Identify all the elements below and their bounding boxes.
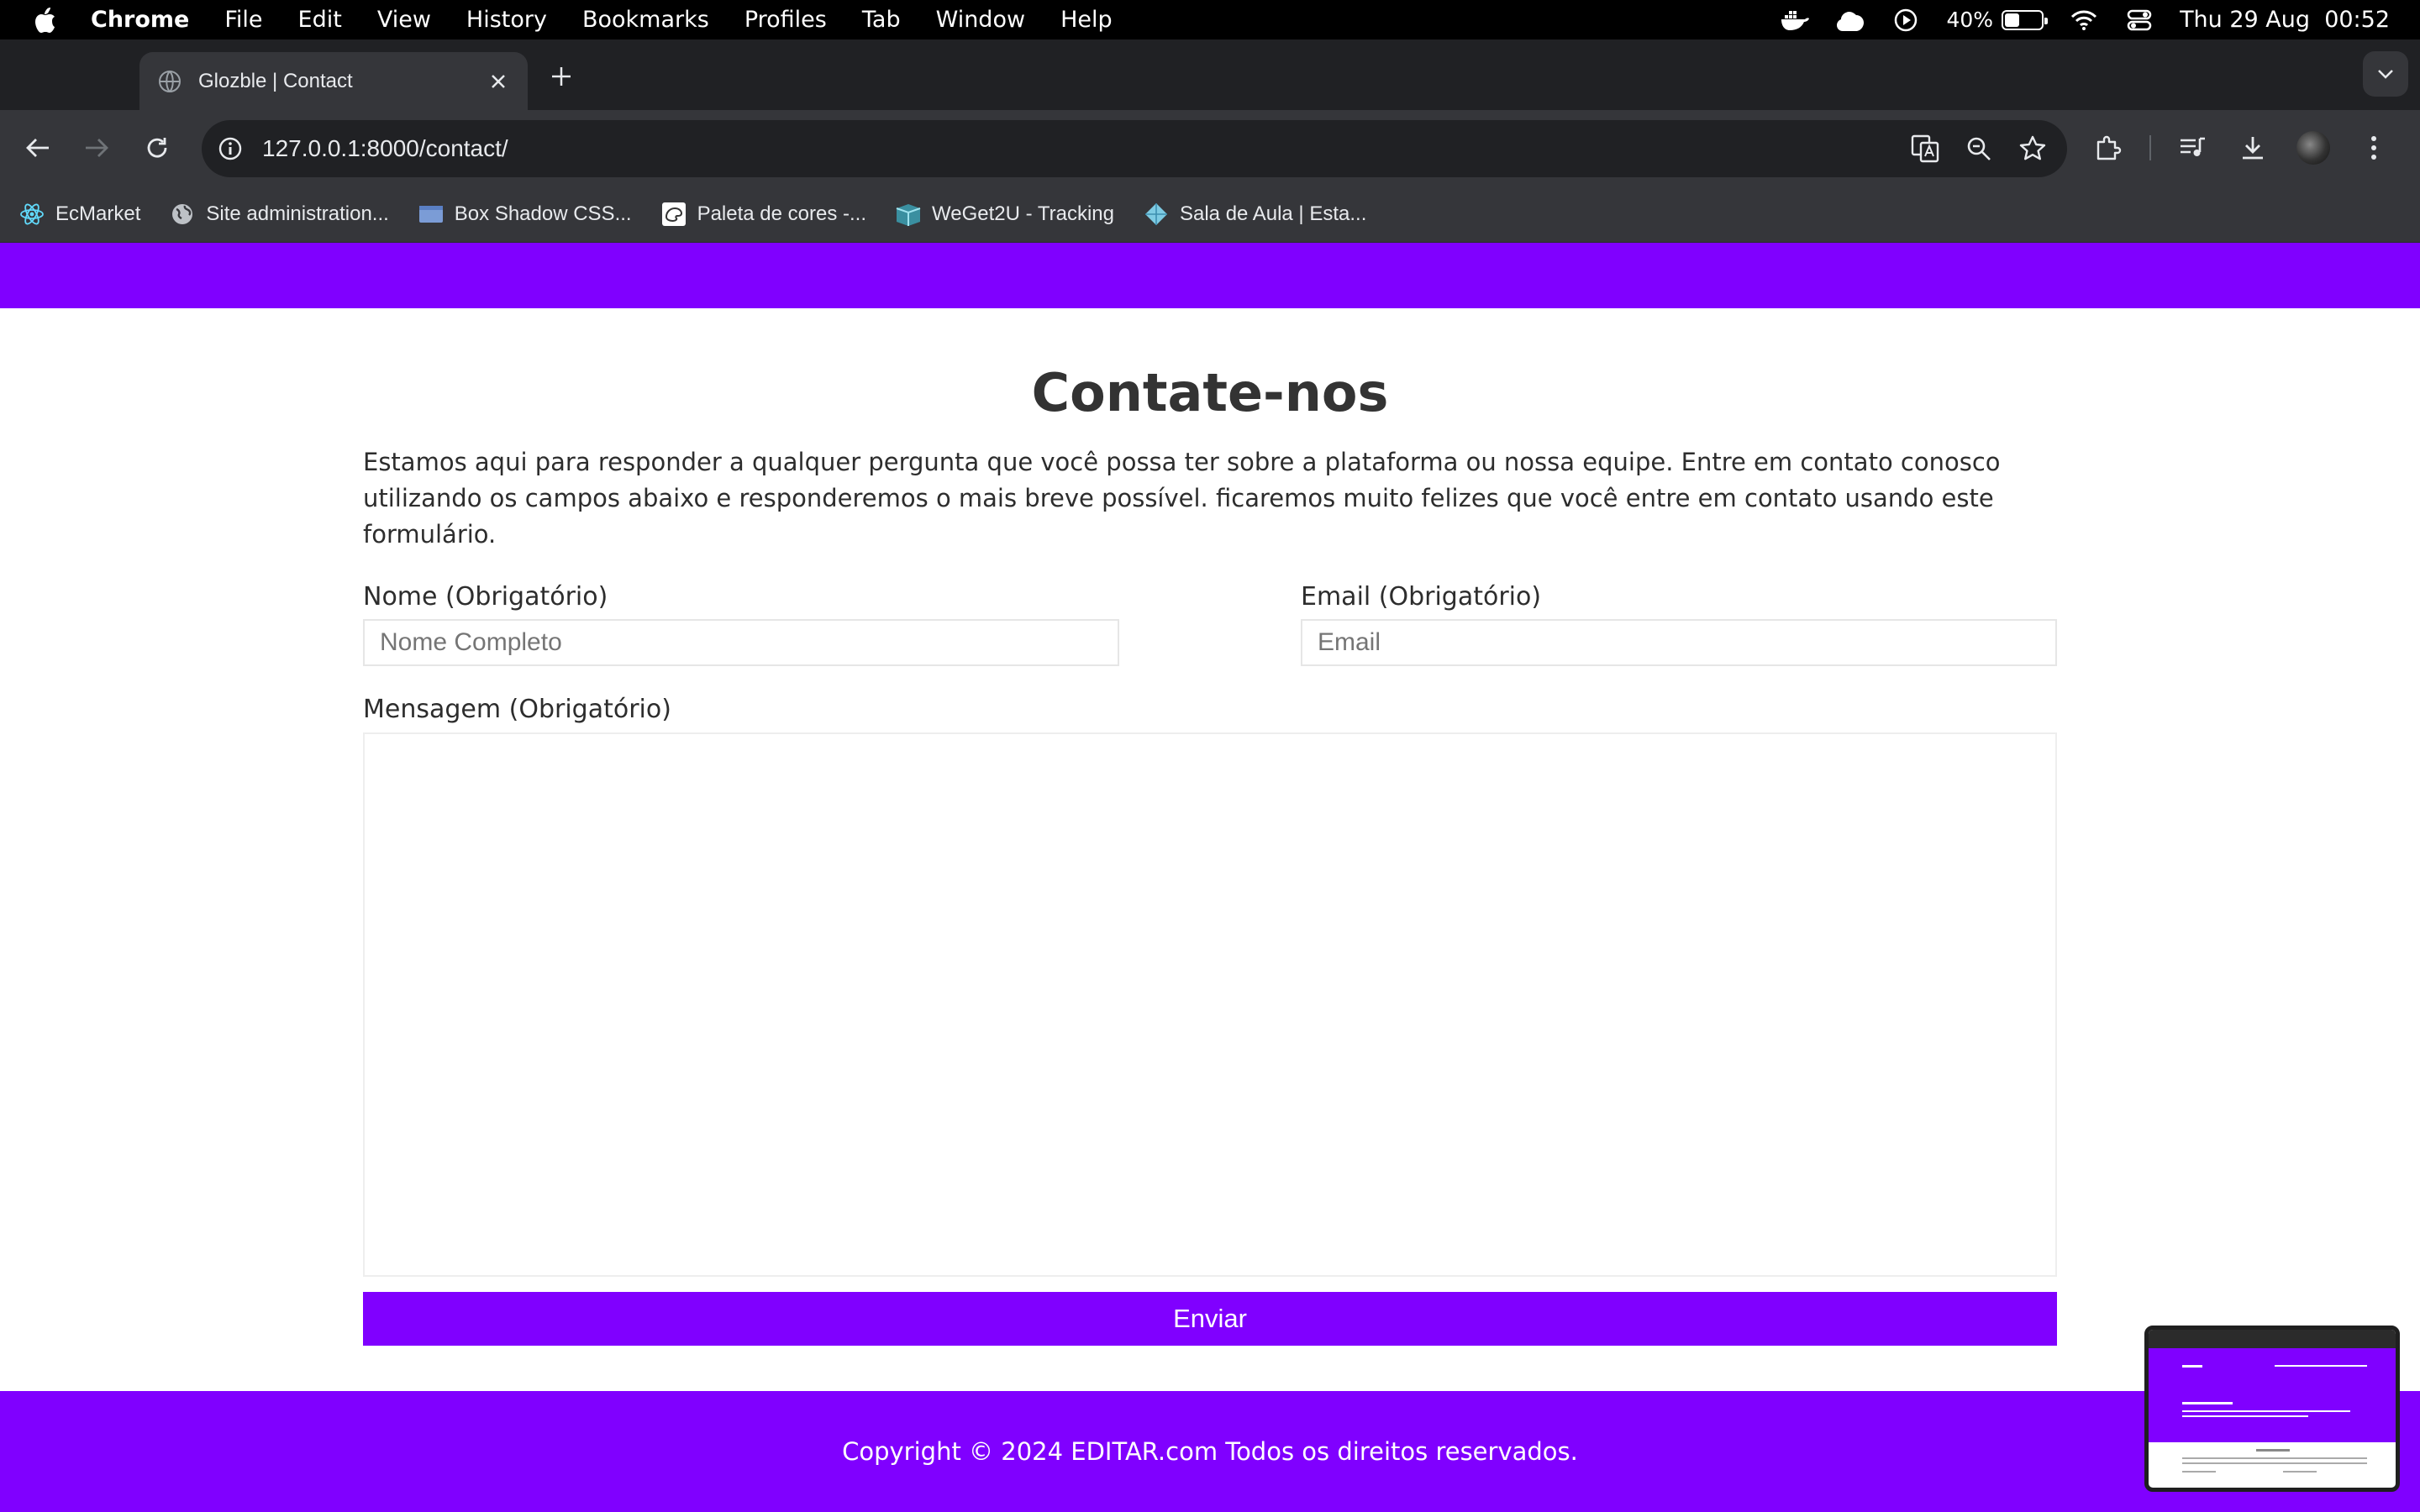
bookmark-label: Box Shadow CSS... xyxy=(454,202,632,225)
globe-icon xyxy=(169,201,196,228)
screenshot-preview-thumbnail[interactable] xyxy=(2144,1326,2400,1492)
battery-percent: 40% xyxy=(1946,8,1994,32)
translate-icon[interactable] xyxy=(1907,131,1943,166)
browser-tab-strip: Glozble | Contact xyxy=(0,39,2420,110)
menu-bar-left: Chrome File Edit View History Bookmarks … xyxy=(0,6,1148,34)
new-tab-plus-icon[interactable] xyxy=(544,60,578,93)
download-icon[interactable] xyxy=(2233,129,2272,167)
palette-icon xyxy=(660,201,687,228)
menu-profiles[interactable]: Profiles xyxy=(744,7,827,33)
play-circle-icon[interactable] xyxy=(1891,6,1921,34)
bookmark-box-shadow-css[interactable]: Box Shadow CSS... xyxy=(418,201,632,228)
address-bar[interactable]: 127.0.0.1:8000/contact/ xyxy=(202,120,2067,177)
site-favicon-icon xyxy=(156,68,183,95)
extensions-puzzle-icon[interactable] xyxy=(2089,129,2128,167)
wifi-icon[interactable] xyxy=(2069,6,2099,34)
apple-logo-icon[interactable] xyxy=(30,6,59,34)
email-field-label: Email (Obrigatório) xyxy=(1301,582,1542,612)
zoom-icon[interactable] xyxy=(1961,131,1996,166)
submit-button[interactable]: Enviar xyxy=(363,1292,2057,1346)
bookmark-label: Site administration... xyxy=(206,202,389,225)
bookmark-paleta-de-cores[interactable]: Paleta de cores -... xyxy=(660,201,866,228)
page-footer: Copyright © 2024 EDITAR.com Todos os dir… xyxy=(0,1391,2420,1512)
bookmark-star-icon[interactable] xyxy=(2015,131,2050,166)
macos-menu-bar: Chrome File Edit View History Bookmarks … xyxy=(0,0,2420,39)
toolbar-divider xyxy=(2149,135,2151,160)
footer-copyright: Copyright © 2024 EDITAR.com Todos os dir… xyxy=(842,1437,1578,1466)
tab-title: Glozble | Contact xyxy=(198,69,353,92)
battery-level-fill xyxy=(2005,13,2020,27)
menu-bar-status: 40% Thu 29 Aug 00:52 xyxy=(1780,0,2390,39)
bookmark-label: WeGet2U - Tracking xyxy=(932,202,1114,225)
bookmark-label: Sala de Aula | Esta... xyxy=(1179,202,1367,225)
menu-view[interactable]: View xyxy=(377,7,431,33)
menu-help[interactable]: Help xyxy=(1060,7,1113,33)
menu-bookmarks[interactable]: Bookmarks xyxy=(582,7,709,33)
media-queue-icon[interactable] xyxy=(2173,129,2212,167)
menu-history[interactable]: History xyxy=(466,7,547,33)
bookmark-label: Paleta de cores -... xyxy=(697,202,867,225)
address-url[interactable]: 127.0.0.1:8000/contact/ xyxy=(262,135,508,162)
bookmark-sala-de-aula[interactable]: Sala de Aula | Esta... xyxy=(1143,201,1366,228)
forward-arrow-icon[interactable] xyxy=(77,129,116,167)
browser-toolbar: 127.0.0.1:8000/contact/ xyxy=(0,110,2420,186)
email-input[interactable] xyxy=(1301,619,2057,666)
page-header-band xyxy=(0,243,2420,308)
cloud-app-icon[interactable] xyxy=(1835,6,1865,34)
battery-indicator[interactable]: 40% xyxy=(1946,8,2049,32)
react-icon xyxy=(18,201,45,228)
bookmark-label: EcMarket xyxy=(55,202,141,225)
page-title: Contate-nos xyxy=(1031,362,1389,423)
bookmark-ecmarket[interactable]: EcMarket xyxy=(18,201,140,228)
diamond-icon xyxy=(1143,201,1170,228)
tab-close-icon[interactable] xyxy=(486,69,511,94)
tab-search-chevron-down-icon[interactable] xyxy=(2363,51,2408,97)
menu-edit[interactable]: Edit xyxy=(298,7,342,33)
contact-page-main: Contate-nos Estamos aqui para responder … xyxy=(0,308,2420,1391)
profile-avatar[interactable] xyxy=(2294,129,2333,167)
bookmark-weget2u-tracking[interactable]: WeGet2U - Tracking xyxy=(895,201,1114,228)
menu-app-name[interactable]: Chrome xyxy=(91,7,189,33)
address-bar-actions xyxy=(1907,120,2050,177)
site-info-icon[interactable] xyxy=(213,132,247,165)
name-field-label: Nome (Obrigatório) xyxy=(363,582,608,612)
kebab-menu-icon[interactable] xyxy=(2354,129,2393,167)
bookmarks-bar: EcMarket Site administration... Box Shad… xyxy=(0,186,2420,243)
back-arrow-icon[interactable] xyxy=(18,129,57,167)
name-input[interactable] xyxy=(363,619,1119,666)
reload-icon[interactable] xyxy=(138,129,176,167)
message-textarea[interactable] xyxy=(363,732,2057,1277)
menu-file[interactable]: File xyxy=(224,7,262,33)
bookmark-site-administration[interactable]: Site administration... xyxy=(169,201,389,228)
menu-window[interactable]: Window xyxy=(936,7,1025,33)
menu-bar-clock[interactable]: Thu 29 Aug 00:52 xyxy=(2180,7,2390,33)
docker-icon[interactable] xyxy=(1780,6,1810,34)
tracking-icon xyxy=(895,201,922,228)
message-field-label: Mensagem (Obrigatório) xyxy=(363,695,671,724)
menu-tab[interactable]: Tab xyxy=(862,7,901,33)
control-center-icon[interactable] xyxy=(2124,6,2154,34)
battery-icon xyxy=(2002,9,2049,30)
intro-paragraph: Estamos aqui para responder a qualquer p… xyxy=(363,448,2001,549)
folder-icon xyxy=(418,201,445,228)
toolbar-right xyxy=(2089,110,2393,186)
tab-active[interactable]: Glozble | Contact xyxy=(139,52,528,110)
